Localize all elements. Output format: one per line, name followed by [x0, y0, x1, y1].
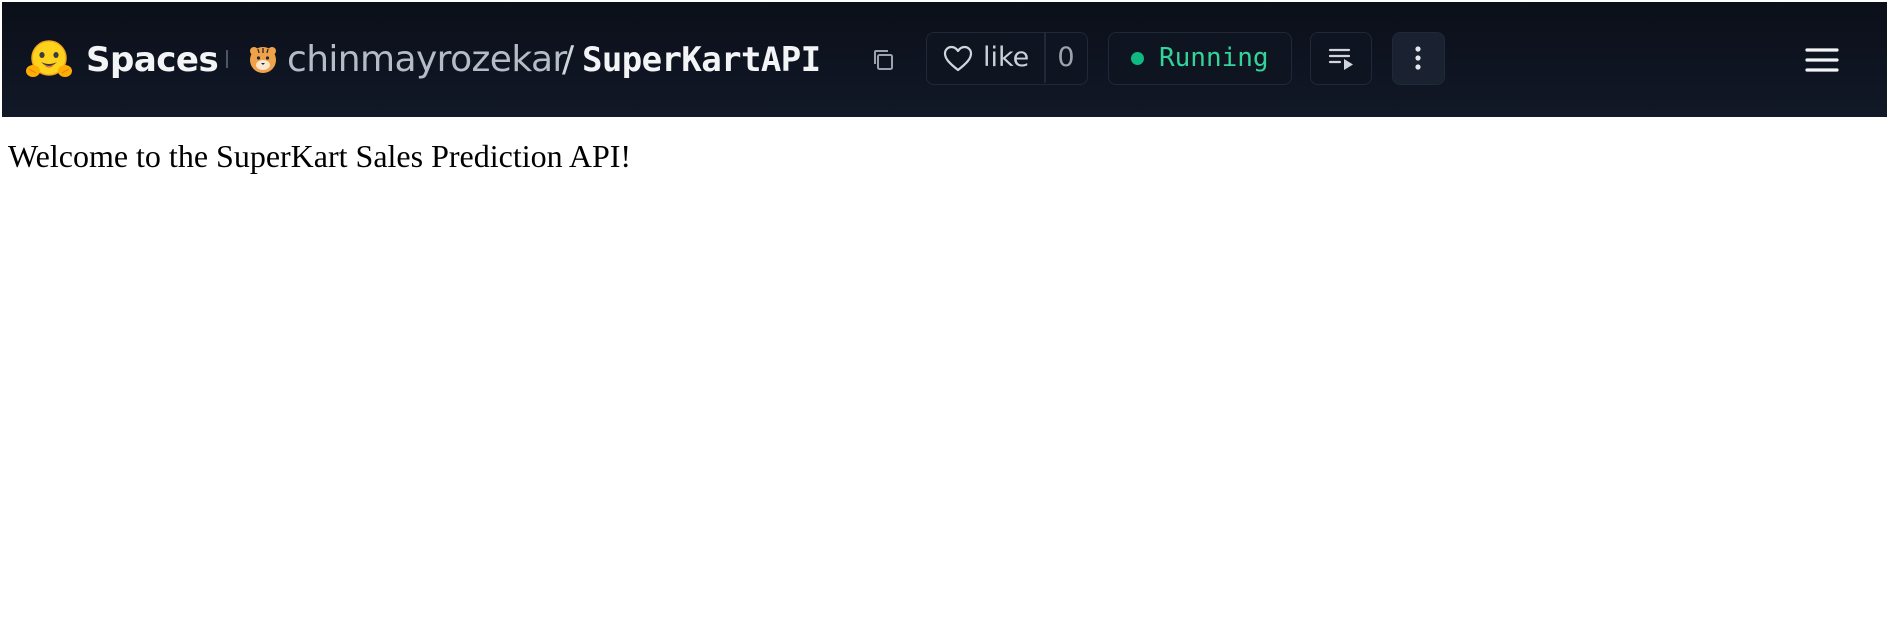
status-label: Running [1159, 43, 1269, 73]
copy-icon[interactable] [870, 46, 898, 74]
like-label: like [983, 42, 1030, 73]
top-navbar: Spaces chinmayrozekar / SuperKartAPI lik… [2, 2, 1887, 117]
spaces-brand-link[interactable]: Spaces [86, 35, 219, 85]
hugging-face-icon[interactable] [26, 39, 72, 81]
like-button-group: like 0 [926, 32, 1088, 85]
welcome-message: Welcome to the SuperKart Sales Predictio… [8, 138, 632, 174]
logs-button[interactable] [1310, 32, 1372, 85]
path-separator: / [562, 39, 575, 80]
divider [226, 50, 228, 68]
like-button[interactable]: like [927, 33, 1044, 83]
space-name-link[interactable]: SuperKartAPI [582, 35, 821, 85]
like-count[interactable]: 0 [1046, 33, 1086, 83]
heart-icon [943, 45, 973, 72]
tiger-avatar-icon [250, 47, 276, 73]
status-dot-icon [1131, 52, 1144, 65]
more-vertical-icon [1415, 46, 1421, 70]
space-owner-link[interactable]: chinmayrozekar [287, 35, 567, 85]
logs-icon [1328, 48, 1353, 70]
more-options-button[interactable] [1392, 32, 1445, 85]
space-status-badge[interactable]: Running [1108, 32, 1292, 85]
hamburger-menu-icon[interactable] [1802, 42, 1842, 78]
